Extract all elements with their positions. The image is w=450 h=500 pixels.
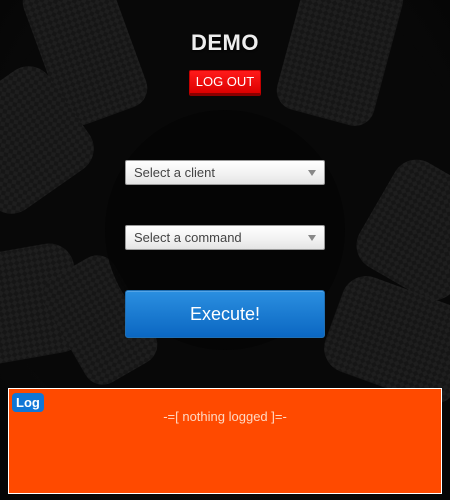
app-window: DEMO LOG OUT Select a client Select a co… [0, 0, 450, 500]
log-panel: Log -=[ nothing logged ]=- [8, 388, 442, 494]
log-message: -=[ nothing logged ]=- [163, 409, 287, 424]
execute-button[interactable]: Execute! [125, 290, 325, 338]
logout-button[interactable]: LOG OUT [189, 70, 261, 96]
page-title: DEMO [191, 30, 259, 55]
client-select-value: Select a client [134, 165, 215, 180]
chevron-down-icon [308, 170, 316, 176]
client-select[interactable]: Select a client [125, 160, 325, 185]
command-select[interactable]: Select a command [125, 225, 325, 250]
command-select-value: Select a command [134, 230, 242, 245]
chevron-down-icon [308, 235, 316, 241]
